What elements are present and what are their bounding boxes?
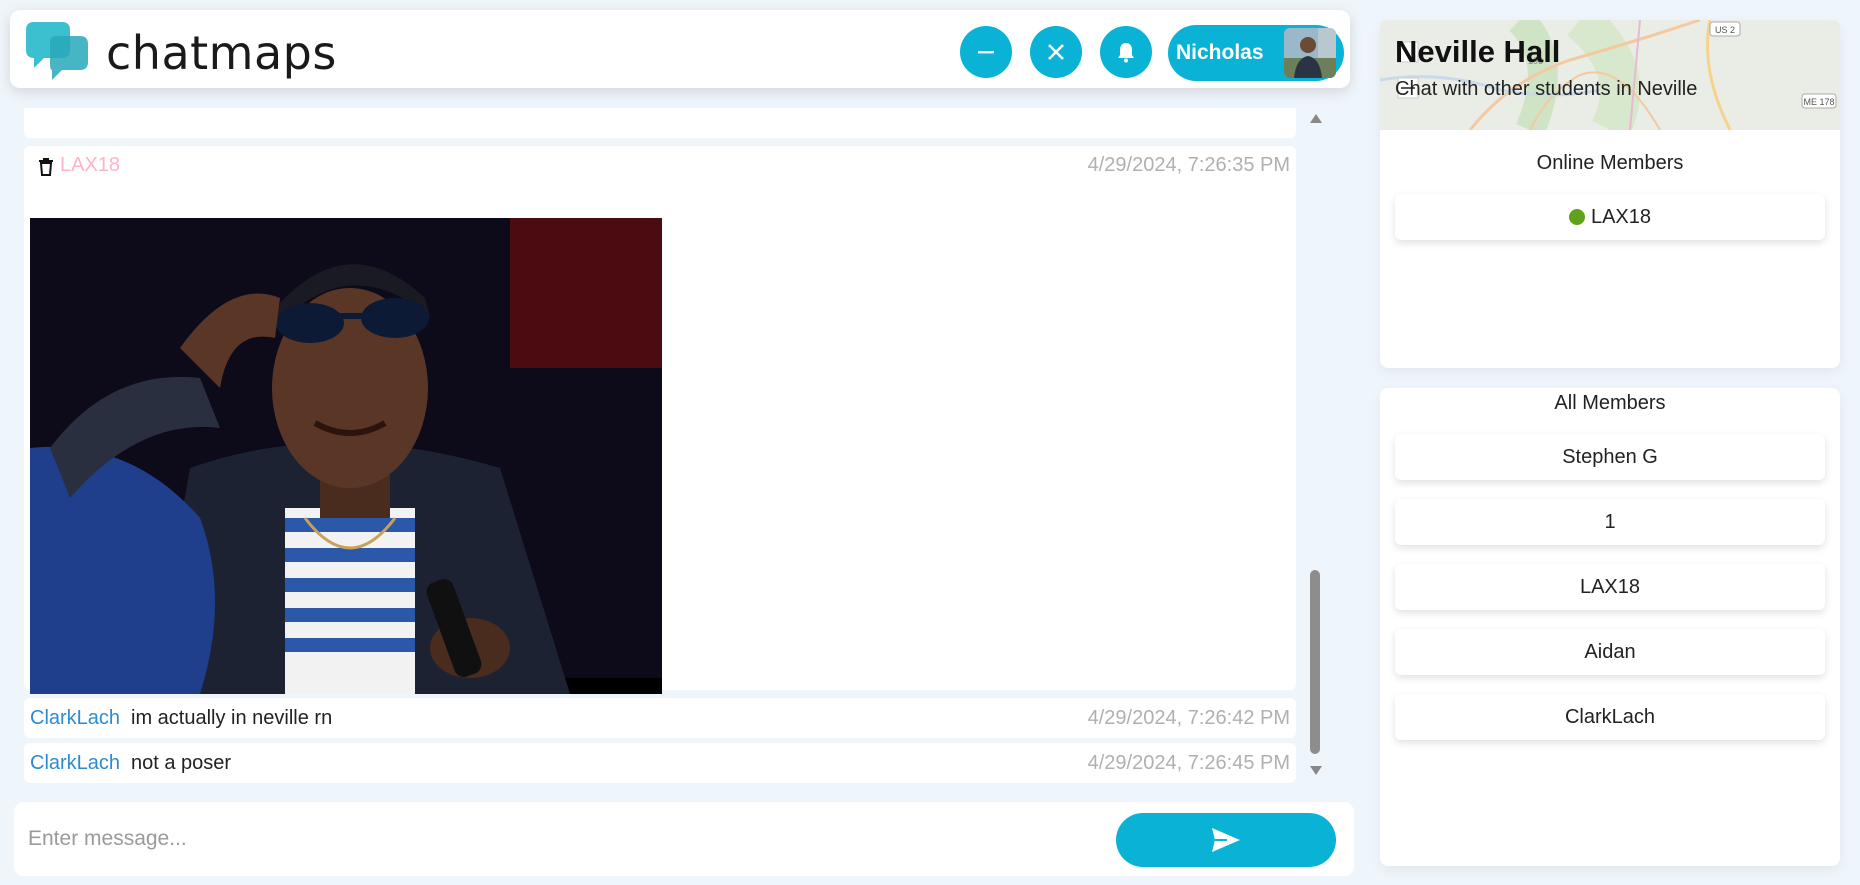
- chat-scrollbar[interactable]: [1308, 112, 1324, 777]
- send-button[interactable]: [1116, 813, 1336, 867]
- message-timestamp: 4/29/2024, 7:26:42 PM: [1087, 707, 1290, 729]
- bell-icon: [1118, 43, 1134, 63]
- member-name: 1: [1604, 510, 1616, 533]
- user-name: Nicholas: [1176, 41, 1264, 64]
- member-item[interactable]: Aidan: [1395, 629, 1825, 675]
- list-item: ClarkLach not a poser 4/29/2024, 7:26:45…: [24, 743, 1296, 783]
- notifications-button[interactable]: [1100, 26, 1152, 78]
- list-item: ClarkLach im actually in neville rn 4/29…: [24, 698, 1296, 738]
- list-item: [24, 108, 1296, 138]
- member-name: LAX18: [1579, 575, 1641, 598]
- room-subtitle: Chat with other students in Neville: [1395, 78, 1698, 100]
- message-author[interactable]: LAX18: [60, 154, 120, 177]
- minus-icon: [978, 51, 994, 54]
- member-item[interactable]: ClarkLach: [1395, 694, 1825, 740]
- message-author[interactable]: ClarkLach: [30, 752, 120, 775]
- gif-image: [30, 218, 662, 694]
- message-list[interactable]: LAX18 4/29/2024, 7:26:35 PM ClarkLach im…: [24, 108, 1296, 783]
- member-item[interactable]: Stephen G: [1395, 434, 1825, 480]
- member-item[interactable]: LAX18: [1395, 564, 1825, 610]
- message-timestamp: 4/29/2024, 7:26:35 PM: [1087, 154, 1290, 176]
- user-menu-button[interactable]: Nicholas: [1168, 25, 1344, 81]
- scroll-up-icon[interactable]: [1310, 114, 1322, 123]
- message-input[interactable]: [28, 818, 1088, 860]
- room-banner: US 2 193 ME 178 Neville Hall Chat with o…: [1380, 20, 1840, 130]
- map-road-label: US 2: [1715, 25, 1735, 35]
- chatmaps-logo-icon: [26, 22, 88, 80]
- member-item[interactable]: 1: [1395, 499, 1825, 545]
- member-name: Stephen G: [1562, 445, 1658, 468]
- member-name: Aidan: [1584, 640, 1636, 663]
- online-status-icon: [1568, 209, 1585, 225]
- message-composer: [14, 802, 1354, 876]
- minimize-button[interactable]: [960, 26, 1012, 78]
- scroll-down-icon[interactable]: [1310, 766, 1322, 775]
- message-text: not a poser: [131, 752, 232, 774]
- all-members-card: All Members Stephen G 1 LAX18 Aidan Clar…: [1380, 388, 1840, 866]
- trash-icon[interactable]: [38, 158, 54, 176]
- brand-name: chatmaps: [106, 26, 337, 80]
- list-item: LAX18 4/29/2024, 7:26:35 PM: [24, 146, 1296, 694]
- send-icon: [1212, 828, 1240, 852]
- avatar: [1284, 28, 1336, 78]
- online-members-title: Online Members: [1536, 152, 1684, 174]
- app-header: chatmaps Nicholas: [10, 10, 1350, 88]
- scroll-thumb[interactable]: [1310, 570, 1320, 754]
- member-name: ClarkLach: [1564, 705, 1656, 728]
- message-author[interactable]: ClarkLach: [30, 707, 120, 730]
- close-icon: [1048, 44, 1064, 60]
- all-members-title: All Members: [1554, 392, 1666, 414]
- message-text: im actually in neville rn: [131, 707, 333, 729]
- close-button[interactable]: [1030, 26, 1082, 78]
- map-road-label: ME 178: [1803, 97, 1834, 107]
- room-title: Neville Hall: [1395, 34, 1561, 69]
- message-timestamp: 4/29/2024, 7:26:45 PM: [1087, 752, 1290, 774]
- online-member-item[interactable]: LAX18: [1395, 194, 1825, 240]
- member-name: LAX18: [1590, 205, 1652, 228]
